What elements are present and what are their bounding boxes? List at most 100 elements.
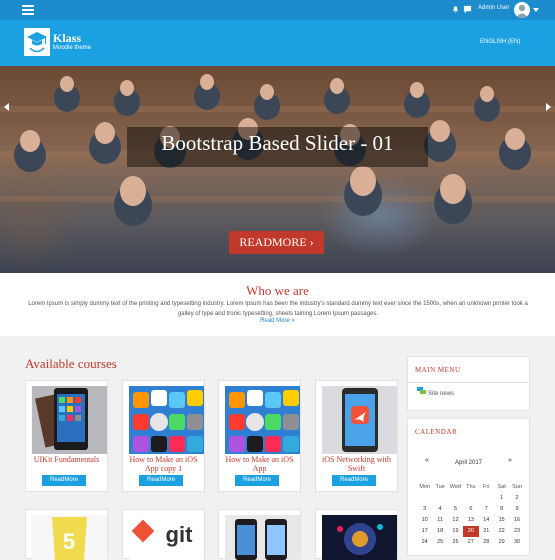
site-name[interactable]: Klass <box>53 31 81 46</box>
calendar-day <box>417 493 432 504</box>
calendar-day[interactable]: 9 <box>509 504 524 515</box>
course-readmore-button[interactable]: ReadMore <box>139 475 183 486</box>
calendar-day[interactable]: 3 <box>417 504 432 515</box>
course-thumbnail-git: git <box>129 515 204 560</box>
slider-next-icon[interactable] <box>546 103 551 111</box>
forum-icon <box>417 387 426 394</box>
main-menu-block: MAIN MENU Site news <box>407 356 530 411</box>
svg-text:5: 5 <box>63 529 75 554</box>
photo-person <box>60 76 74 92</box>
calendar-next-month-button[interactable]: » <box>508 457 512 464</box>
photo-person <box>330 78 344 94</box>
top-bar: Admin User <box>0 0 555 20</box>
calendar-day[interactable]: 27 <box>463 537 478 548</box>
slider-readmore-button[interactable]: READMORE › <box>229 231 324 254</box>
calendar-day[interactable]: 13 <box>463 515 478 526</box>
calendar-day[interactable]: 29 <box>494 537 509 548</box>
course-name[interactable]: How to Make an iOS App copy 1 <box>123 455 204 473</box>
graduation-cap-logo-icon[interactable] <box>24 28 50 56</box>
who-we-are-title: Who we are <box>246 283 309 298</box>
course-card[interactable]: UIKit Fundamentals ReadMore <box>25 380 108 492</box>
calendar-day[interactable]: 10 <box>417 515 432 526</box>
calendar-day[interactable]: 26 <box>448 537 463 548</box>
course-thumbnail-swift-phone <box>322 386 397 454</box>
calendar-day[interactable]: 20 <box>463 526 479 537</box>
user-name[interactable]: Admin User <box>478 5 509 11</box>
weekday-label: Tue <box>435 484 445 490</box>
course-thumbnail-iphone <box>32 386 107 454</box>
who-we-are-text: Lorem Ipsum is simply dummy text of the … <box>28 301 528 317</box>
calendar-day[interactable]: 28 <box>479 537 494 548</box>
divider <box>408 382 529 383</box>
course-thumbnail-javascript: 5 <box>32 515 107 560</box>
chat-icon[interactable] <box>463 5 472 14</box>
git-logo-text: git <box>166 522 194 547</box>
who-we-are-read-more-link[interactable]: Read More » <box>0 318 555 324</box>
site-header: Klass Moodle theme ENGLISH (EN) <box>0 20 555 66</box>
calendar-day[interactable]: 21 <box>479 526 494 537</box>
course-readmore-button[interactable]: ReadMore <box>42 475 86 486</box>
photo-person <box>350 166 376 196</box>
calendar-day <box>479 493 494 504</box>
course-name[interactable]: iOS Networking with Swift <box>316 455 397 473</box>
calendar-day[interactable]: 7 <box>479 504 494 515</box>
course-name[interactable]: How to Make an iOS App <box>219 455 300 473</box>
calendar-day[interactable]: 30 <box>509 537 524 548</box>
calendar-block: CALENDAR « April 2017 » Mon Tue Wed Thu … <box>407 418 530 556</box>
lecture-row <box>0 106 555 112</box>
course-card[interactable]: How to Make an iOS App ReadMore <box>218 380 301 492</box>
course-card[interactable]: How to Make an iOS App copy 1 ReadMore <box>122 380 205 492</box>
user-menu-caret-icon[interactable] <box>533 8 539 12</box>
calendar-day[interactable]: 11 <box>432 515 447 526</box>
calendar-grid: Mon Tue Wed Thu Fri Sat Sun 1 2 3 4 5 6 7 8 9 10 1… <box>417 482 525 548</box>
weekday-label: Sun <box>512 484 522 490</box>
calendar-day[interactable]: 12 <box>448 515 463 526</box>
calendar-day[interactable]: 14 <box>479 515 494 526</box>
language-selector[interactable]: ENGLISH (EN) <box>480 39 520 45</box>
calendar-day[interactable]: 22 <box>494 526 509 537</box>
calendar-day[interactable]: 4 <box>432 504 447 515</box>
calendar-day[interactable]: 5 <box>448 504 463 515</box>
calendar-day[interactable]: 15 <box>494 515 509 526</box>
calendar-day[interactable]: 17 <box>417 526 432 537</box>
calendar-day[interactable]: 25 <box>432 537 447 548</box>
calendar-weekday-row: Mon Tue Wed Thu Fri Sat Sun <box>417 482 525 493</box>
who-we-are-section: Who we are Lorem Ipsum is simply dummy t… <box>0 273 555 336</box>
calendar-day[interactable]: 16 <box>509 515 524 526</box>
calendar-week-row: 24 25 26 27 28 29 30 <box>417 537 525 548</box>
slider-prev-icon[interactable] <box>4 103 9 111</box>
calendar-day[interactable]: 2 <box>509 493 524 504</box>
course-card[interactable] <box>218 509 301 560</box>
photo-person <box>200 74 214 90</box>
calendar-day[interactable]: 8 <box>494 504 509 515</box>
photo-person <box>120 80 134 96</box>
slide-caption: Bootstrap Based Slider - 01 <box>161 131 394 155</box>
calendar-day[interactable]: 19 <box>448 526 463 537</box>
calendar-day[interactable]: 1 <box>494 493 509 504</box>
calendar-day <box>448 493 463 504</box>
calendar-title: CALENDAR <box>415 428 458 436</box>
calendar-week-row: 3456789 <box>417 504 525 515</box>
course-thumbnail-network <box>322 515 397 560</box>
hamburger-menu-icon[interactable] <box>22 5 34 15</box>
user-avatar[interactable] <box>514 2 530 18</box>
calendar-day[interactable]: 18 <box>432 526 447 537</box>
calendar-day[interactable]: 23 <box>509 526 524 537</box>
calendar-day <box>432 493 447 504</box>
course-readmore-button[interactable]: ReadMore <box>235 475 279 486</box>
photo-person <box>410 82 424 98</box>
course-name[interactable]: UIKit Fundamentals <box>26 455 107 464</box>
available-courses-title: Available courses <box>25 356 117 371</box>
course-card[interactable] <box>315 509 398 560</box>
weekday-label: Sat <box>497 484 506 490</box>
chevron-right-icon: › <box>306 235 314 249</box>
calendar-day[interactable]: 24 <box>417 537 432 548</box>
course-card[interactable]: iOS Networking with Swift ReadMore <box>315 380 398 492</box>
course-readmore-button[interactable]: ReadMore <box>332 475 376 486</box>
bell-icon[interactable] <box>451 5 460 14</box>
calendar-day[interactable]: 6 <box>463 504 478 515</box>
site-news-link[interactable]: Site news <box>428 391 454 397</box>
weekday-label: Wed <box>449 484 462 490</box>
course-card[interactable]: 5 <box>25 509 108 560</box>
course-card[interactable]: git <box>122 509 205 560</box>
